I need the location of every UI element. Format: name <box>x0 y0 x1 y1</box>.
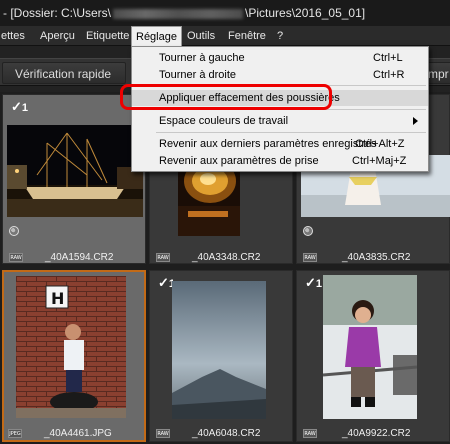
quick-check-button[interactable]: Vérification rapide <box>2 62 126 84</box>
menu-apercu[interactable]: Aperçu <box>36 26 79 46</box>
thumbnail-image <box>323 275 417 419</box>
reglage-menu: Tourner à gauche Ctrl+L Tourner à droite… <box>131 46 429 172</box>
raw-badge-icon: RAW <box>156 253 170 262</box>
check-mark-icon: ✓1 <box>11 99 29 114</box>
menu-etiquette[interactable]: Etiquette <box>82 26 133 46</box>
menu-item-rotate-left[interactable]: Tourner à gauche Ctrl+L <box>132 50 428 66</box>
menu-etiquettes[interactable]: ettes <box>0 26 29 46</box>
raw-badge-icon: RAW <box>303 253 317 262</box>
thumbnail-cell[interactable]: ✓1 RAW _40A1594.CR2 <box>2 94 146 264</box>
jpeg-badge-icon: JPEG <box>8 429 22 438</box>
thumbnail-filename: _40A9922.CR2 <box>342 428 411 439</box>
thumbnail-filename: _40A6048.CR2 <box>192 428 261 439</box>
raw-badge-icon: RAW <box>156 429 170 438</box>
window-title-bar: - [Dossier: C:\Users\ \Pictures\2016_05_0… <box>0 0 450 26</box>
thumbnail-cell[interactable]: ✓1 RAW _40A6048.CR2 <box>149 270 293 442</box>
thumbnail-filename: _40A3835.CR2 <box>342 252 411 263</box>
thumbnail-filename: _40A1594.CR2 <box>45 252 114 263</box>
edit-mark-icon <box>303 226 313 236</box>
edit-mark-icon <box>9 226 19 236</box>
window-title-suffix: \Pictures\2016_05_01] <box>245 6 366 20</box>
window-title-prefix: - [Dossier: C:\Users\ <box>3 6 112 20</box>
thumbnail-image <box>172 281 266 419</box>
menu-bar: ettes Aperçu Etiquette Réglage Outils Fe… <box>0 26 450 46</box>
thumbnail-image: H <box>16 276 126 418</box>
check-mark-icon: ✓1 <box>305 275 323 290</box>
submenu-arrow-icon <box>413 117 418 125</box>
thumbnail-image <box>7 125 143 217</box>
menu-fenetre[interactable]: Fenêtre <box>224 26 270 46</box>
menu-item-dust-delete[interactable]: Appliquer effacement des poussières <box>132 90 428 106</box>
redacted-username <box>113 8 244 19</box>
menu-reglage[interactable]: Réglage <box>131 26 182 46</box>
menu-help[interactable]: ? <box>273 26 287 46</box>
svg-text:H: H <box>51 289 64 308</box>
menu-separator <box>156 85 426 86</box>
menu-outils[interactable]: Outils <box>183 26 219 46</box>
thumbnail-filename: _40A3348.CR2 <box>192 252 261 263</box>
thumbnail-filename: _40A4461.JPG <box>44 428 112 439</box>
thumbnail-cell[interactable]: ✓1 RAW _40A9922.CR2 <box>296 270 450 442</box>
raw-badge-icon: RAW <box>9 253 23 262</box>
menu-item-revert-shot[interactable]: Revenir aux paramètres de prise Ctrl+Maj… <box>132 153 428 169</box>
raw-badge-icon: RAW <box>303 429 317 438</box>
menu-item-working-color-space[interactable]: Espace couleurs de travail <box>132 113 428 129</box>
menu-separator <box>156 132 426 133</box>
menu-item-revert-saved[interactable]: Revenir aux derniers paramètres enregist… <box>132 136 428 152</box>
menu-item-rotate-right[interactable]: Tourner à droite Ctrl+R <box>132 67 428 83</box>
menu-separator <box>156 109 426 110</box>
thumbnail-cell[interactable]: H JPEG _40A4461.JPG <box>2 270 146 442</box>
